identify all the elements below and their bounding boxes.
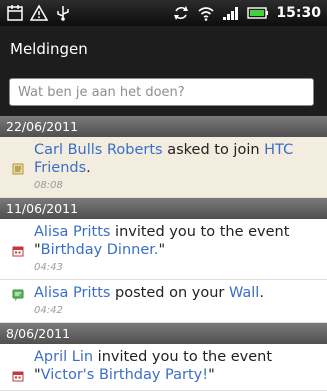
clock: 15:30: [276, 5, 321, 21]
user-link[interactable]: Alisa Pritts: [34, 224, 110, 240]
page-title: Meldingen: [10, 40, 88, 58]
target-link[interactable]: Wall: [229, 285, 259, 301]
calendar-icon: [7, 5, 23, 21]
notification-text: Carl Bulls Roberts asked to join HTC Fri…: [34, 141, 317, 177]
battery-icon: [247, 7, 269, 19]
sync-icon: [174, 6, 189, 20]
wifi-icon: [198, 7, 214, 21]
user-link[interactable]: Alisa Pritts: [34, 285, 110, 301]
timestamp: 08:08: [34, 180, 63, 191]
event-icon: [12, 371, 24, 382]
notification-suffix: ": [158, 242, 166, 258]
warning-icon: [30, 4, 48, 21]
timestamp: 04:42: [34, 305, 63, 316]
notification-item[interactable]: Alisa Pritts posted on your Wall. 04:42: [0, 280, 327, 323]
notification-suffix: .: [259, 285, 264, 301]
usb-icon: [57, 6, 69, 21]
notification-verb: asked to join: [162, 142, 265, 158]
notification-verb: posted on your: [110, 285, 229, 301]
user-link[interactable]: Carl Bulls Roberts: [34, 142, 163, 158]
status-input[interactable]: [10, 79, 313, 105]
notification-list: 22/06/2011 Carl Bulls Roberts asked to j…: [0, 116, 327, 391]
notification-suffix: ": [208, 367, 215, 383]
notification-item[interactable]: Carl Bulls Roberts asked to join HTC Fri…: [0, 137, 327, 198]
notification-text: Alisa Pritts invited you to the event "B…: [34, 223, 317, 259]
header: Meldingen: [0, 26, 327, 118]
notification-item[interactable]: Alisa Pritts invited you to the event "B…: [0, 219, 327, 280]
user-link[interactable]: April Lin: [34, 349, 93, 365]
status-input-box[interactable]: [9, 78, 314, 106]
notification-text: Alisa Pritts posted on your Wall.: [34, 284, 317, 302]
event-icon: [12, 246, 24, 257]
notification-item[interactable]: April Lin invited you to the event "Vict…: [0, 344, 327, 391]
target-link[interactable]: Victor's Birthday Party!: [41, 367, 208, 383]
notification-suffix: .: [86, 160, 91, 176]
date-header: 22/06/2011: [0, 116, 327, 137]
wall-post-icon: [12, 289, 24, 301]
signal-icon: [223, 7, 239, 20]
target-link[interactable]: Birthday Dinner.: [41, 242, 159, 258]
date-header: 11/06/2011: [0, 198, 327, 219]
date-header: 8/06/2011: [0, 323, 327, 344]
status-bar: 15:30: [0, 0, 327, 26]
htc-friends-icon: [12, 163, 24, 175]
timestamp: 04:43: [34, 262, 63, 273]
